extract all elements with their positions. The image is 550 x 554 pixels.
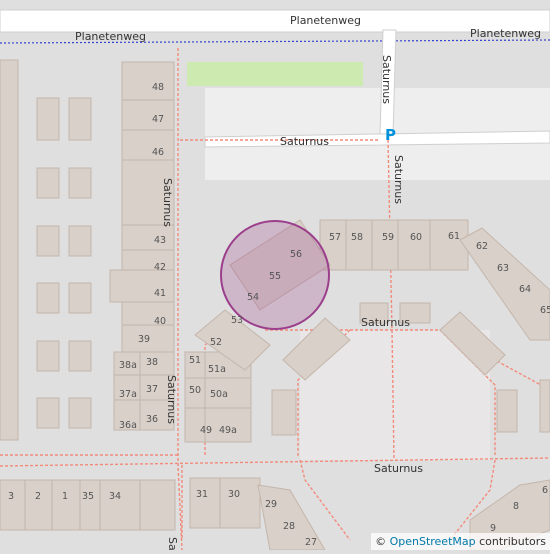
house-number: 37 bbox=[146, 384, 158, 395]
street-label-saturnus-lower: Saturnus bbox=[165, 375, 178, 424]
house-number: 47 bbox=[152, 114, 164, 125]
house-number: 59 bbox=[382, 232, 394, 243]
house-number: 35 bbox=[82, 491, 94, 502]
house-number: 30 bbox=[228, 489, 240, 500]
house-number: 37a bbox=[119, 389, 137, 400]
house-number: 49 bbox=[200, 425, 212, 436]
house-number: 65 bbox=[540, 305, 550, 316]
house-number: 38 bbox=[146, 357, 158, 368]
street-label-saturnus-access: Saturnus bbox=[380, 55, 393, 104]
street-label-saturnus-center: Saturnus bbox=[361, 316, 410, 329]
house-number: 43 bbox=[154, 235, 166, 246]
attribution-link[interactable]: OpenStreetMap bbox=[390, 535, 476, 548]
planetenweg-road bbox=[0, 10, 550, 32]
house-number: 50 bbox=[189, 385, 201, 396]
house-number: 63 bbox=[497, 263, 509, 274]
house-number: 3 bbox=[8, 491, 14, 502]
attribution-suffix: contributors bbox=[476, 535, 546, 548]
house-number: 46 bbox=[152, 147, 164, 158]
house-number: 6 bbox=[542, 485, 548, 496]
house-number: 61 bbox=[448, 231, 460, 242]
house-number: 49a bbox=[219, 425, 237, 436]
map-attribution: © OpenStreetMap contributors bbox=[371, 533, 550, 550]
street-label-saturnus-left: Saturnus bbox=[161, 178, 174, 227]
house-number: 27 bbox=[305, 537, 317, 548]
grass-area bbox=[187, 62, 363, 86]
map-canvas: Planetenweg Planetenweg Planetenweg Satu… bbox=[0, 0, 550, 550]
house-number: 8 bbox=[513, 501, 519, 512]
house-number: 40 bbox=[154, 316, 166, 327]
house-number: 57 bbox=[329, 232, 341, 243]
house-number: 31 bbox=[196, 489, 208, 500]
map[interactable]: Planetenweg Planetenweg Planetenweg Satu… bbox=[0, 0, 550, 550]
house-number: 42 bbox=[154, 262, 166, 273]
house-number: 64 bbox=[519, 284, 531, 295]
house-number: 48 bbox=[152, 82, 164, 93]
house-number: 56 bbox=[290, 249, 302, 260]
street-label-saturnus-edge: Sa bbox=[166, 537, 179, 550]
house-number: 53 bbox=[231, 315, 243, 326]
house-number: 52 bbox=[210, 337, 222, 348]
house-number: 54 bbox=[247, 292, 259, 303]
house-number: 36a bbox=[119, 420, 137, 431]
street-label-saturnus-parking: Saturnus bbox=[280, 135, 329, 148]
house-number: 39 bbox=[138, 334, 150, 345]
house-number: 62 bbox=[476, 241, 488, 252]
house-number: 2 bbox=[35, 491, 41, 502]
house-number: 50a bbox=[210, 389, 228, 400]
house-number: 60 bbox=[410, 232, 422, 243]
street-label-saturnus-right: Saturnus bbox=[392, 155, 405, 204]
attribution-prefix: © bbox=[375, 535, 390, 548]
street-label-planetenweg-right: Planetenweg bbox=[470, 27, 541, 40]
house-number: 36 bbox=[146, 414, 158, 425]
street-label-planetenweg: Planetenweg bbox=[290, 14, 361, 27]
street-label-saturnus-bottom: Saturnus bbox=[374, 462, 423, 475]
house-number: 38a bbox=[119, 360, 137, 371]
house-number: 1 bbox=[62, 491, 68, 502]
house-number: 41 bbox=[154, 288, 166, 299]
house-number: 58 bbox=[351, 232, 363, 243]
street-label-planetenweg-left: Planetenweg bbox=[75, 30, 146, 43]
house-number: 29 bbox=[265, 499, 277, 510]
house-number: 51 bbox=[189, 355, 201, 366]
house-number: 34 bbox=[109, 491, 121, 502]
house-number: 51a bbox=[208, 364, 226, 375]
house-number: 28 bbox=[283, 521, 295, 532]
house-number: 55 bbox=[269, 271, 281, 282]
parking-icon: P bbox=[385, 126, 396, 144]
